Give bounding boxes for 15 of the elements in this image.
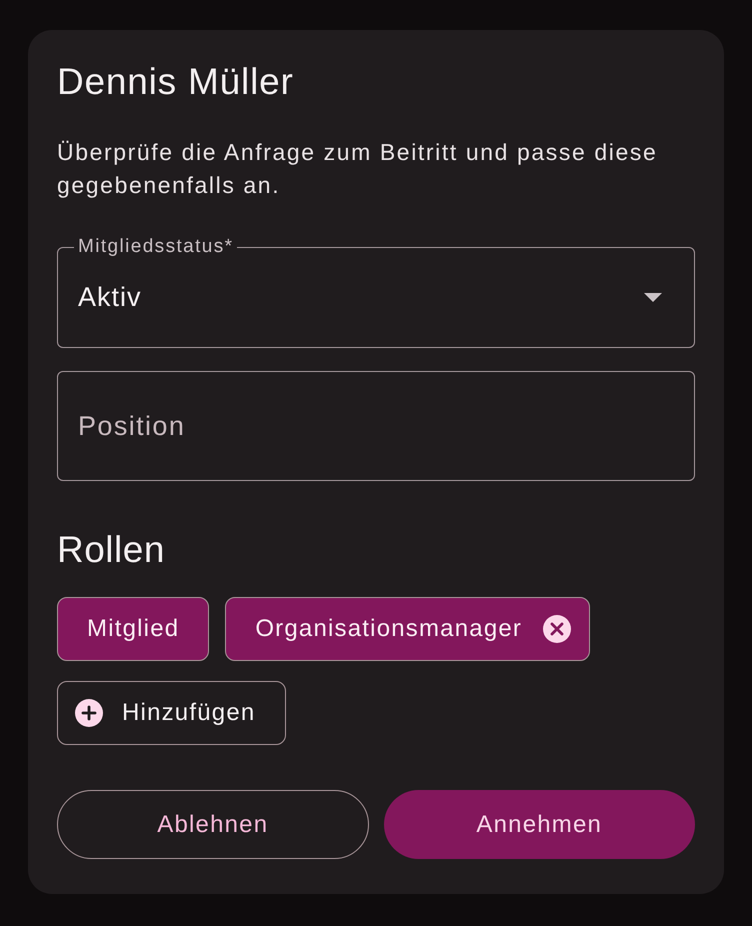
- position-field[interactable]: Position: [57, 371, 695, 481]
- reject-button[interactable]: Ablehnen: [57, 790, 368, 859]
- status-select[interactable]: Mitgliedsstatus* Aktiv: [57, 237, 695, 348]
- dialog-title: Dennis Müller: [57, 62, 295, 102]
- roles-heading: Rollen: [57, 530, 166, 570]
- select-value: Aktiv: [78, 280, 142, 314]
- remove-icon[interactable]: [543, 615, 572, 643]
- role-chip[interactable]: Organisationsmanager: [225, 597, 590, 661]
- plus-icon: [75, 699, 103, 727]
- accept-button[interactable]: Annehmen: [384, 790, 695, 859]
- field-label: Mitgliedsstatus*: [77, 237, 234, 257]
- dialog-description: Überprüfe die Anfrage zum Beitritt und passe diese gegebenenfalls an.: [57, 138, 658, 200]
- add-role-button[interactable]: Hinzufügen: [57, 681, 286, 745]
- caret-down-icon: [644, 292, 662, 302]
- role-chip[interactable]: Mitglied: [57, 597, 210, 661]
